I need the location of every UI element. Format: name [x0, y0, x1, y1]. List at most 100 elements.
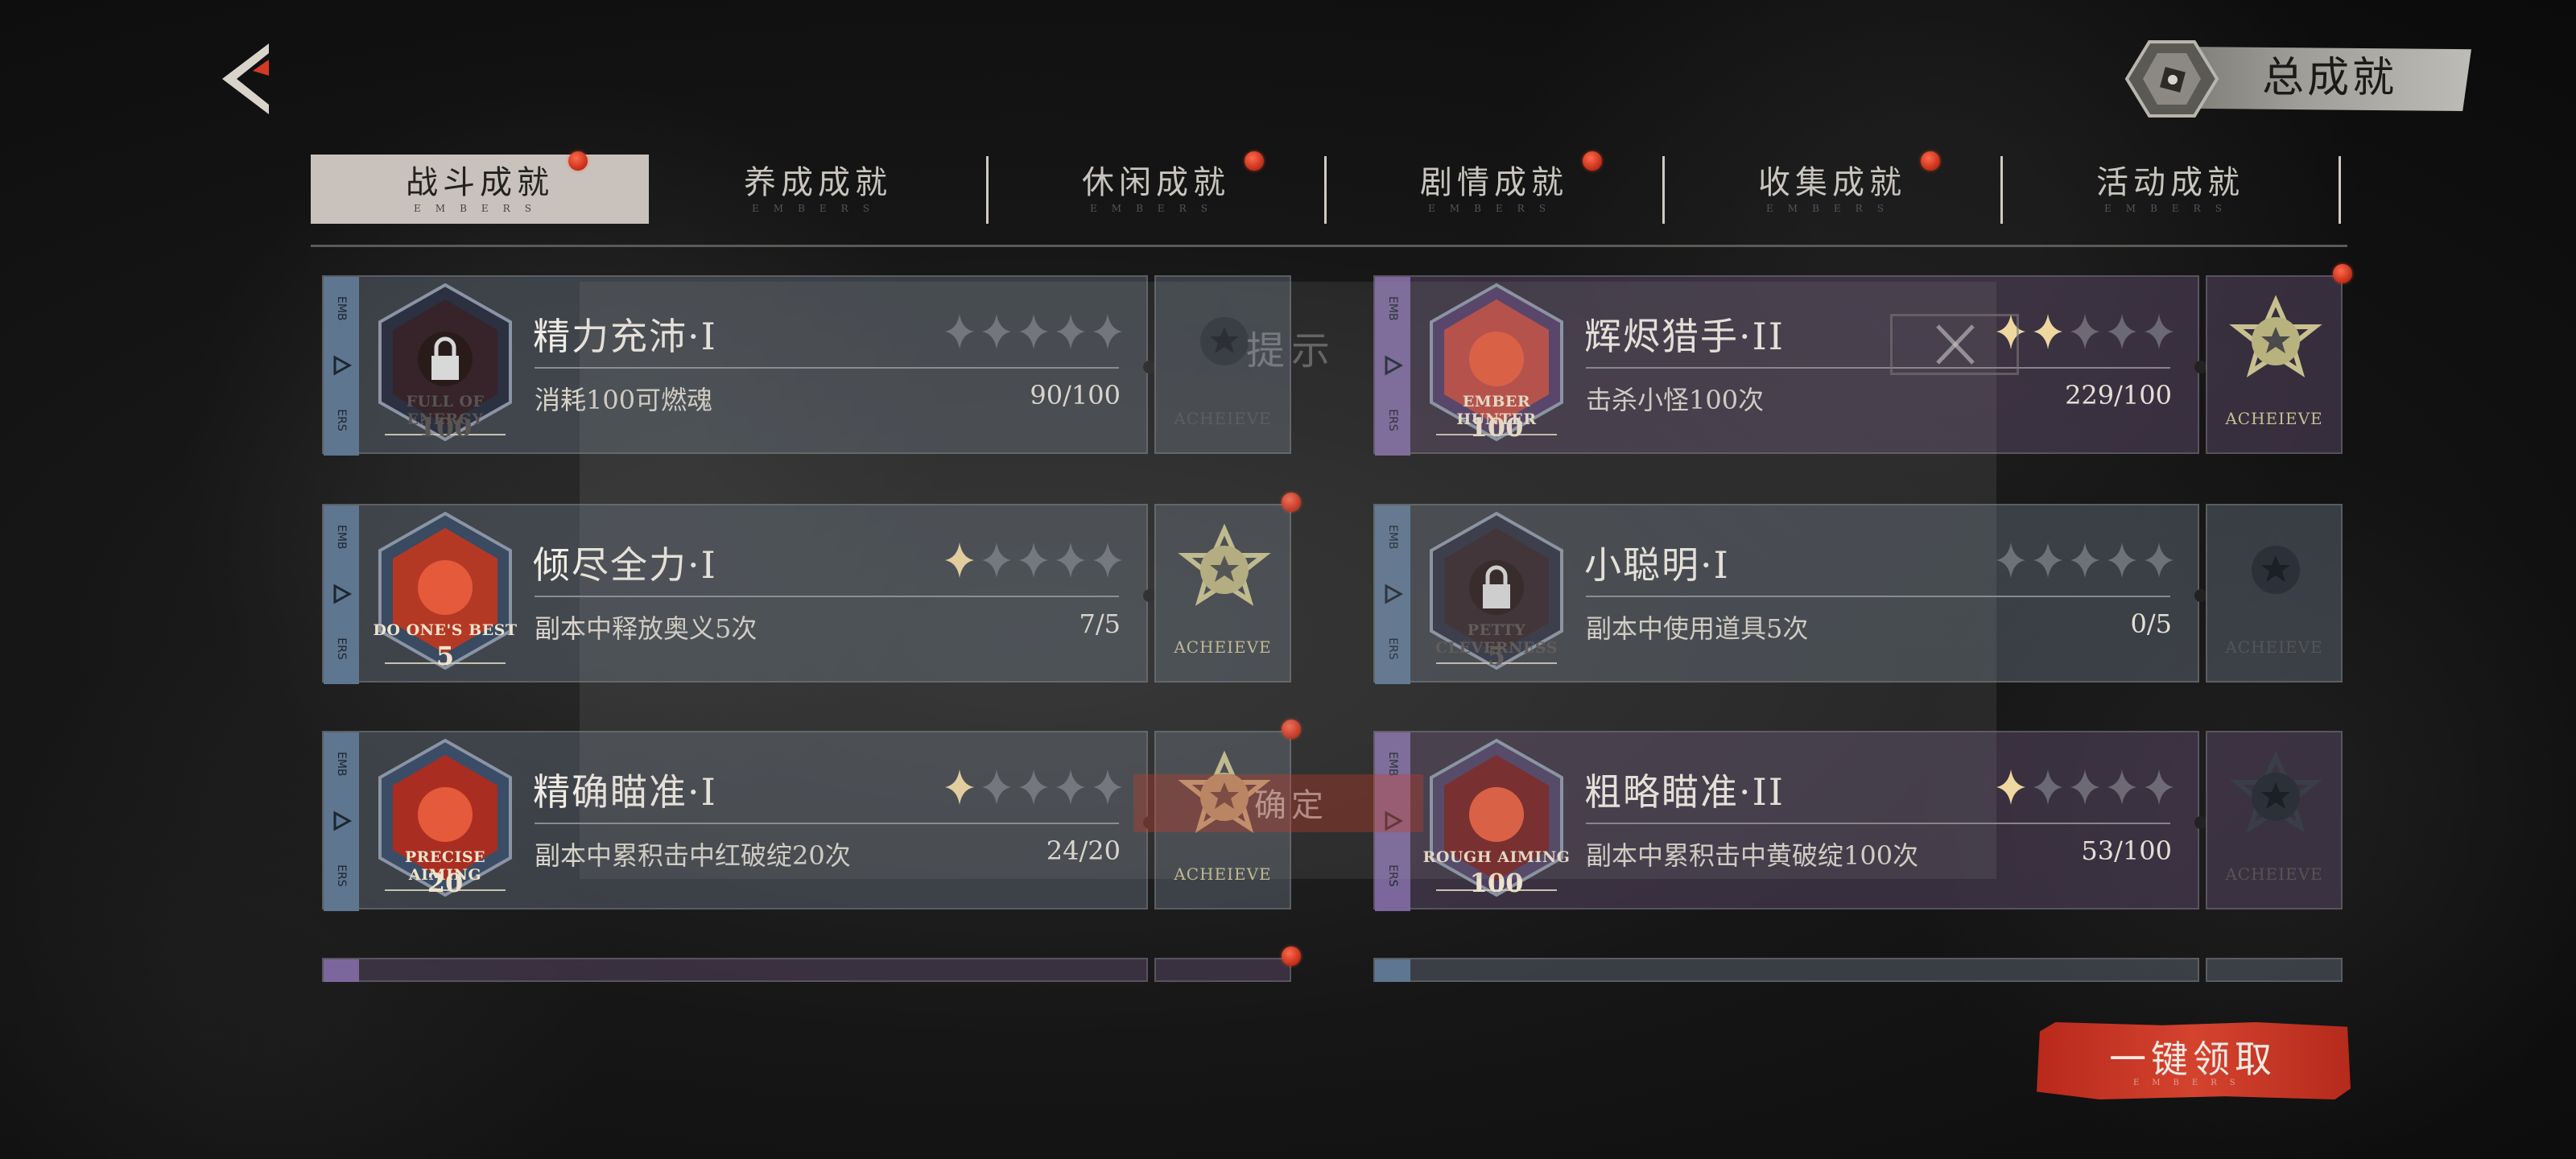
play-icon [333, 810, 353, 831]
achievement-card-partial [322, 958, 1296, 982]
achievement-card: EMB ERS FULL OF ENERGY 100 精力充沛·I 消耗100可燃魂 90/… [322, 275, 1296, 456]
divider [1586, 367, 2170, 369]
tab-growth[interactable]: 养成成就 EMBERS [649, 155, 989, 224]
star-icon [1019, 769, 1048, 805]
notification-dot [568, 151, 588, 171]
achievement-badge: PRECISE AIMING 20 [369, 737, 522, 906]
play-icon [1385, 355, 1404, 376]
card-side-strip: EMB ERS [1375, 505, 1410, 684]
claim-label: ACHEIEVE [2225, 864, 2323, 884]
card-side-strip: EMB ERS [324, 277, 359, 456]
tab-sublabel: EMBERS [414, 203, 546, 214]
notification-dot [1245, 151, 1264, 171]
claim-reward-button[interactable]: ACHEIEVE [1154, 504, 1291, 683]
notification-dot [1282, 493, 1301, 512]
achievement-badge: EMBER HUNTER 100 [1420, 282, 1573, 451]
claim-reward-button[interactable] [2206, 958, 2343, 982]
achievement-badge: DO ONE'S BEST 5 [369, 510, 522, 679]
achievement-progress: 229/100 [2065, 380, 2172, 410]
star-icon [2145, 314, 2174, 349]
claim-reward-button[interactable] [1154, 958, 1291, 982]
achievement-title: 粗略瞄准·II [1584, 770, 1785, 814]
achievement-description: 副本中释放奥义5次 [535, 613, 758, 644]
divider [1586, 823, 2170, 824]
star-icon [2070, 769, 2099, 805]
card-side-strip: EMB ERS [1375, 277, 1410, 456]
achievement-card: EMB ERS ROUGH AIMING 100 粗略瞄准·II 副本中累积击中黄破绽10… [1373, 731, 2347, 911]
strip-text: ERS [1386, 637, 1399, 660]
divider [535, 596, 1119, 597]
back-button[interactable] [217, 40, 282, 118]
achievement-card: EMB ERS PETTY CLEVERNESS 5 小聪明·I 副本中使用道具5次 0/5… [1373, 504, 2347, 684]
achievement-card: EMB ERS EMBER HUNTER 100 辉烬猎手·II 击杀小怪100次 229/… [1373, 264, 2352, 456]
achievement-star-icon [2229, 295, 2322, 377]
star-icon [1996, 769, 2025, 805]
tab-sublabel: EMBERS [2104, 203, 2236, 214]
star-rating [1996, 542, 2174, 578]
achievement-card-body: EMB ERS PETTY CLEVERNESS 5 小聪明·I 副本中使用道具5次 0/5 [1373, 504, 2207, 684]
tabs-underline [311, 245, 2347, 247]
achievement-star-icon [2229, 523, 2322, 606]
strip-text: ERS [1386, 864, 1399, 887]
achievement-title: 精确瞄准·I [533, 770, 717, 814]
tab-sublabel: EMBERS [1766, 203, 1898, 214]
star-icon [982, 314, 1011, 349]
star-icon [2033, 314, 2062, 349]
badge-number: 5 [1487, 641, 1506, 671]
achievement-star-icon [1178, 523, 1271, 606]
hint-dialog-confirm-button[interactable]: 确定 [1133, 774, 1423, 832]
star-rating [1996, 769, 2174, 805]
page-title: 总成就 [2262, 54, 2398, 102]
star-icon [1996, 542, 2025, 578]
strip-text: EMB [1386, 296, 1399, 321]
strip-text: EMB [335, 525, 348, 550]
total-achievement-button[interactable]: 总成就 [2117, 39, 2471, 118]
tab-story[interactable]: 剧情成就 EMBERS [1325, 151, 1665, 224]
star-icon [982, 542, 1011, 578]
achievement-progress: 53/100 [2081, 835, 2172, 866]
claim-reward-button[interactable]: ACHEIEVE [2206, 731, 2343, 909]
achievement-title: 辉烬猎手·II [1584, 315, 1785, 358]
notification-dot [1583, 151, 1602, 171]
achievement-title: 精力充沛·I [533, 315, 717, 358]
badge-number: 100 [1469, 868, 1524, 898]
strip-text: EMB [1386, 752, 1399, 777]
tab-leisure[interactable]: 休闲成就 EMBERS [987, 151, 1327, 224]
star-icon [2107, 314, 2136, 349]
achievement-card-body [322, 958, 1148, 982]
tab-sublabel: EMBERS [1428, 203, 1560, 214]
claim-label: ACHEIEVE [2225, 637, 2323, 657]
star-icon [2033, 542, 2062, 578]
play-icon [1385, 584, 1404, 604]
badge-name: DO ONE'S BEST [373, 621, 518, 639]
tab-collection[interactable]: 收集成就 EMBERS [1663, 151, 2003, 224]
achievement-card-body: EMB ERS ROUGH AIMING 100 粗略瞄准·II 副本中累积击中黄破绽10… [1373, 731, 2207, 911]
achievement-card-partial [1373, 958, 2347, 982]
claim-reward-button[interactable]: ACHEIEVE [2206, 504, 2343, 683]
star-icon [2107, 769, 2136, 805]
star-icon [1019, 314, 1048, 349]
star-icon [2107, 542, 2136, 578]
divider [535, 823, 1119, 824]
star-icon [1056, 769, 1085, 805]
achievement-title: 小聪明·I [1584, 543, 1730, 587]
claim-reward-button[interactable]: ACHEIEVE [2206, 275, 2343, 454]
achievement-emblem-icon [2124, 40, 2219, 118]
star-icon [945, 542, 974, 578]
tab-combat[interactable]: 战斗成就 EMBERS [311, 151, 649, 224]
achievement-description: 击杀小怪100次 [1586, 385, 1765, 415]
claim-all-button[interactable]: 一键领取 EMBERS [2037, 1022, 2351, 1099]
badge-name: ROUGH AIMING [1422, 848, 1571, 866]
badge-number: 5 [436, 641, 455, 671]
card-side-strip: EMB ERS [324, 732, 359, 911]
star-icon [1056, 314, 1085, 349]
tab-sublabel: EMBERS [1090, 203, 1222, 214]
hint-dialog-close-button[interactable] [1890, 314, 2019, 375]
star-icon [945, 769, 974, 805]
star-rating [945, 769, 1122, 805]
star-icon [1093, 542, 1122, 578]
close-icon [1936, 324, 1975, 365]
notification-dot [1282, 720, 1301, 739]
achievement-description: 副本中累积击中红破绽20次 [535, 840, 851, 871]
tab-event[interactable]: 活动成就 EMBERS [2001, 155, 2341, 224]
